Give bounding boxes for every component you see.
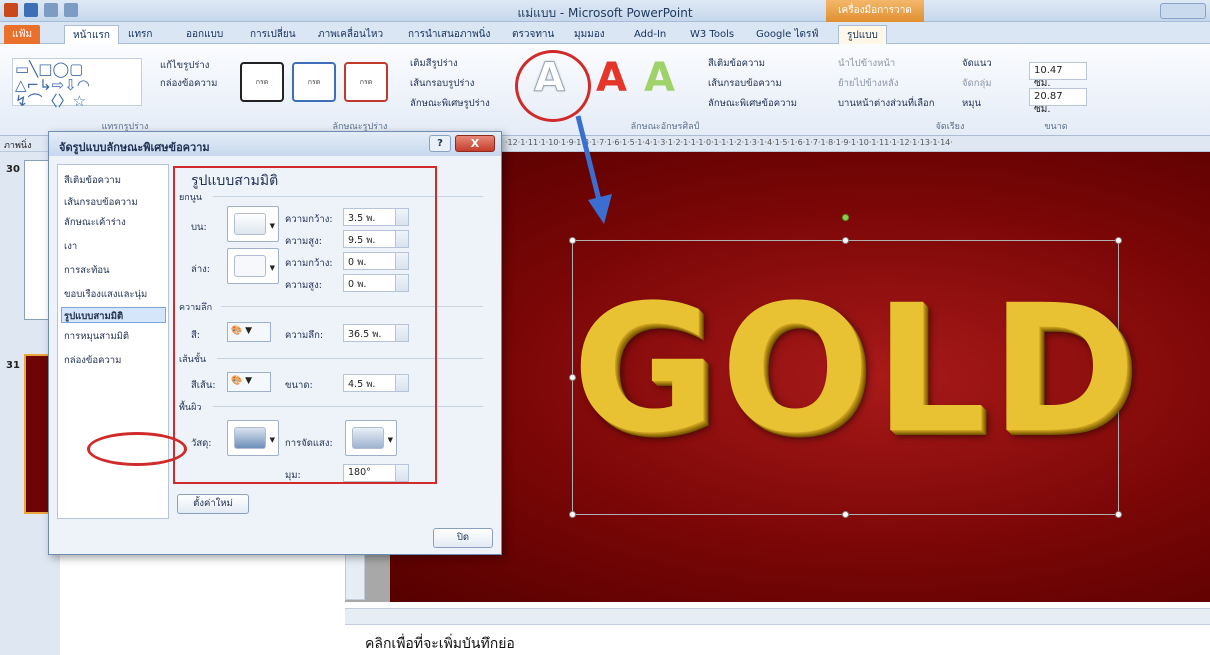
annotation-arrow-icon: [575, 115, 612, 224]
resize-handle[interactable]: [1115, 237, 1122, 244]
width-input[interactable]: 20.87 ซม.: [1029, 88, 1087, 115]
tab-design[interactable]: ออกแบบ: [186, 25, 223, 44]
wordart-style-green[interactable]: A: [644, 54, 675, 102]
height-input[interactable]: 10.47 ซม.: [1029, 62, 1087, 89]
shape-style-swatch-1[interactable]: กรด: [240, 62, 284, 102]
notes-placeholder: คลิกเพื่อที่จะเพิ่มบันทึกย่อ: [365, 636, 515, 652]
nav-outline-style[interactable]: ลักษณะเค้าร่าง: [64, 215, 126, 230]
slide-number-31: 31: [6, 360, 20, 371]
send-backward-button[interactable]: ย้ายไปข้างหลัง: [838, 76, 898, 91]
tab-transitions[interactable]: การเปลี่ยน: [250, 25, 296, 44]
textbox-button[interactable]: กล่องข้อความ: [160, 76, 217, 91]
resize-handle[interactable]: [1115, 511, 1122, 518]
help-button[interactable]: ?: [429, 135, 451, 152]
wordart-text[interactable]: GOLD: [572, 270, 1136, 470]
nav-glow-soft-edges[interactable]: ขอบเรืองแสงและนุ่ม: [64, 287, 147, 302]
tab-review[interactable]: ตรวจทาน: [512, 25, 554, 44]
tab-slideshow[interactable]: การนำเสนอภาพนิ่ง: [408, 25, 490, 44]
group-button[interactable]: จัดกลุ่ม: [962, 76, 992, 91]
dialog-category-list: สีเติมข้อความ เส้นกรอบข้อความ ลักษณะเค้า…: [57, 164, 169, 519]
resize-handle[interactable]: [569, 511, 576, 518]
text-fill-button[interactable]: สีเติมข้อความ: [708, 56, 765, 71]
resize-handle[interactable]: [842, 511, 849, 518]
shape-outline-button[interactable]: เส้นกรอบรูปร่าง: [410, 76, 474, 91]
tab-format[interactable]: รูปแบบ: [838, 25, 887, 44]
highlight-rectangle-3d-settings: [173, 166, 437, 484]
nav-textbox[interactable]: กล่องข้อความ: [64, 353, 121, 368]
dialog-titlebar: จัดรูปแบบลักษณะพิเศษข้อความ ? X: [49, 132, 501, 156]
align-button[interactable]: จัดแนว: [962, 56, 992, 71]
shape-effects-button[interactable]: ลักษณะพิเศษรูปร่าง: [410, 96, 490, 111]
window-title: แม่แบบ - Microsoft PowerPoint: [517, 6, 693, 20]
tab-addin[interactable]: Add-In: [634, 25, 666, 44]
reset-button[interactable]: ตั้งค่าใหม่: [177, 494, 249, 514]
shapes-gallery[interactable]: ▭╲□◯▢ △⌐↳⇨⇩◠ ↯⌒〈〉☆: [12, 58, 142, 109]
resize-handle[interactable]: [569, 237, 576, 244]
text-effects-button[interactable]: ลักษณะพิเศษข้อความ: [708, 96, 797, 111]
tab-file[interactable]: แฟ้ม: [4, 25, 41, 44]
context-tab-group: เครื่องมือการวาด: [826, 0, 924, 22]
close-button[interactable]: ปิด: [433, 528, 493, 548]
horizontal-scrollbar[interactable]: [345, 608, 1210, 624]
tab-insert[interactable]: แทรก: [128, 25, 152, 44]
shape-fill-button[interactable]: เติมสีรูปร่าง: [410, 56, 458, 71]
wordart-style-red[interactable]: A: [596, 54, 627, 102]
rotation-handle[interactable]: [842, 214, 849, 221]
window-controls[interactable]: [1160, 3, 1206, 19]
highlight-circle-3d-format: [87, 432, 187, 466]
slide-number-30: 30: [6, 164, 20, 175]
selection-pane-button[interactable]: บานหน้าต่างส่วนที่เลือก: [838, 96, 935, 111]
tab-w3tools[interactable]: W3 Tools: [690, 25, 734, 44]
format-text-effects-dialog: จัดรูปแบบลักษณะพิเศษข้อความ ? X สีเติมข้…: [48, 131, 502, 555]
tab-home[interactable]: หน้าแรก: [64, 25, 119, 44]
notes-pane[interactable]: คลิกเพื่อที่จะเพิ่มบันทึกย่อ: [345, 624, 1210, 655]
shape-style-swatch-2[interactable]: กรด: [292, 62, 336, 102]
title-bar: แม่แบบ - Microsoft PowerPoint: [0, 0, 1210, 22]
nav-text-fill[interactable]: สีเติมข้อความ: [64, 173, 121, 188]
resize-handle[interactable]: [842, 237, 849, 244]
ribbon-tabs: แฟ้ม หน้าแรก แทรก ออกแบบ การเปลี่ยน ภาพเ…: [0, 22, 1210, 44]
nav-shadow[interactable]: เงา: [64, 239, 77, 254]
bring-forward-button[interactable]: นำไปข้างหน้า: [838, 56, 895, 71]
size-group-label: ขนาด: [1044, 122, 1068, 132]
tab-google-drive[interactable]: Google ไดรฟ์: [756, 25, 818, 44]
nav-3d-rotation[interactable]: การหมุนสามมิติ: [64, 329, 129, 344]
nav-3d-format[interactable]: รูปแบบสามมิติ: [64, 309, 123, 324]
tab-view[interactable]: มุมมอง: [574, 25, 605, 44]
dialog-title: จัดรูปแบบลักษณะพิเศษข้อความ: [59, 141, 210, 154]
text-outline-button[interactable]: เส้นกรอบข้อความ: [708, 76, 782, 91]
slides-tab-label[interactable]: ภาพนิ่ง: [4, 138, 31, 152]
shape-style-swatch-3[interactable]: กรด: [344, 62, 388, 102]
tab-animations[interactable]: ภาพเคลื่อนไหว: [318, 25, 383, 44]
nav-reflection[interactable]: การสะท้อน: [64, 263, 110, 278]
edit-shape-button[interactable]: แก้ไขรูปร่าง: [160, 58, 209, 73]
close-icon[interactable]: X: [455, 135, 495, 152]
arrange-group-label: จัดเรียง: [935, 122, 965, 132]
rotate-button[interactable]: หมุน: [962, 96, 981, 111]
nav-text-outline[interactable]: เส้นกรอบข้อความ: [64, 195, 138, 210]
